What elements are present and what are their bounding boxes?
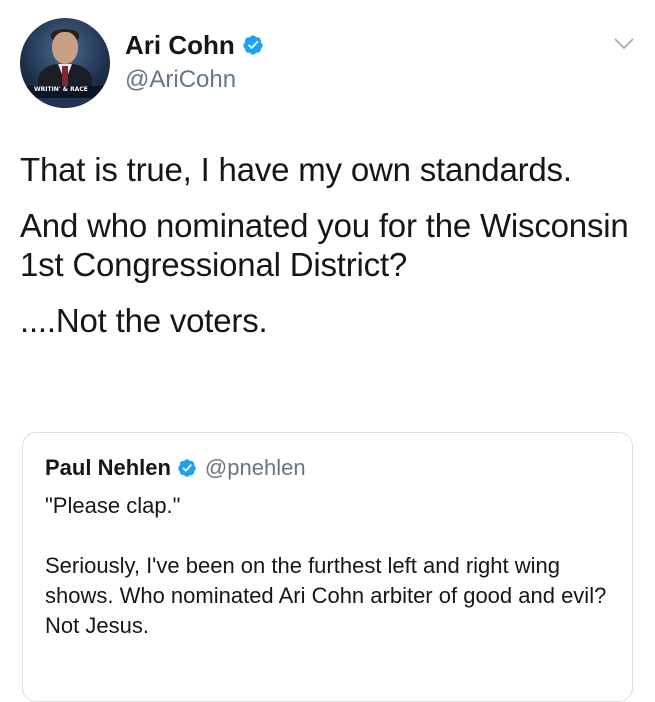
quoted-paragraph: Seriously, I've been on the furthest lef… — [45, 553, 607, 638]
quoted-author-handle: @pnehlen — [204, 455, 306, 480]
avatar-banner: WRITIN' & RACE — [20, 86, 110, 98]
author-handle[interactable]: @AriCohn — [125, 66, 236, 94]
verified-badge-icon — [243, 35, 263, 55]
author-name-row: Ari Cohn — [125, 30, 264, 60]
quoted-tweet-text: "Please clap." Seriously, I've been on t… — [45, 491, 615, 671]
avatar-face — [52, 32, 78, 64]
tweet-paragraph: ....Not the voters. — [20, 302, 268, 339]
quoted-author-row: Paul Nehlen @pnehlen — [45, 455, 306, 481]
verified-badge-icon — [178, 459, 196, 477]
avatar-tie — [62, 66, 68, 88]
tweet-paragraph: And who nominated you for the Wisconsin … — [20, 207, 629, 283]
quoted-author-name: Paul Nehlen — [45, 455, 171, 480]
avatar-banner-sub — [20, 98, 110, 108]
quoted-tweet-card[interactable]: Paul Nehlen @pnehlen "Please clap." Seri… — [22, 432, 633, 702]
chevron-down-icon[interactable] — [612, 36, 636, 52]
author-display-name[interactable]: Ari Cohn — [125, 30, 235, 60]
tweet-text: That is true, I have my own standards. A… — [20, 150, 645, 357]
quoted-paragraph: "Please clap." — [45, 493, 181, 518]
author-avatar[interactable]: WRITIN' & RACE — [20, 18, 110, 108]
tweet-paragraph: That is true, I have my own standards. — [20, 151, 572, 188]
